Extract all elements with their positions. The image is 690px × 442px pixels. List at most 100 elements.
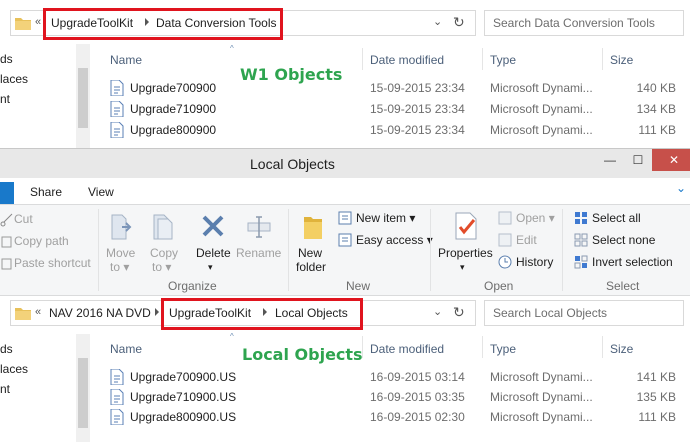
file-type: Microsoft Dynami...	[490, 123, 593, 137]
breadcrumb-item[interactable]: Data Conversion Tools	[156, 16, 277, 30]
column-header-size[interactable]: Size	[610, 342, 633, 356]
folder-icon	[15, 18, 31, 30]
file-name: Upgrade710900	[130, 102, 217, 116]
edit-button[interactable]: Edit	[516, 233, 537, 247]
nav-item[interactable]: nt	[0, 92, 10, 106]
new-item-button[interactable]: New item ▾	[356, 211, 415, 225]
easy-access-icon	[338, 233, 352, 247]
nav-item[interactable]: ds	[0, 52, 13, 66]
paste-shortcut-button[interactable]: Paste shortcut	[14, 256, 91, 270]
delete-button[interactable]: Delete ▾	[194, 211, 234, 281]
breadcrumb-back-icon[interactable]: «	[35, 16, 41, 28]
maximize-icon[interactable]: ☐	[624, 149, 652, 171]
nav-item[interactable]: laces	[0, 362, 28, 376]
column-divider[interactable]	[482, 48, 483, 70]
column-header-size[interactable]: Size	[610, 53, 633, 67]
edit-icon	[498, 233, 512, 247]
column-divider[interactable]	[602, 336, 603, 358]
file-type: Microsoft Dynami...	[490, 370, 593, 384]
rename-button[interactable]: Rename	[236, 211, 281, 281]
file-type: Microsoft Dynami...	[490, 102, 593, 116]
sort-arrow-icon: ^	[230, 44, 234, 53]
copy-to-button[interactable]: Copy to ▾	[148, 211, 182, 281]
history-icon	[498, 255, 512, 269]
breadcrumb-item[interactable]: UpgradeToolKit	[169, 306, 251, 320]
copy-to-label-2: to ▾	[152, 260, 172, 274]
rename-icon	[247, 216, 271, 238]
column-header-name[interactable]: Name	[110, 53, 142, 67]
nav-scrollbar[interactable]	[76, 44, 90, 148]
scrollbar-thumb[interactable]	[78, 358, 88, 428]
file-size: 134 KB	[636, 102, 676, 116]
column-divider[interactable]	[602, 48, 603, 70]
address-dropdown-icon[interactable]: ⌄	[433, 305, 442, 318]
new-folder-icon	[304, 217, 322, 239]
search-box[interactable]: Search Data Conversion Tools	[484, 10, 684, 36]
breadcrumb-item[interactable]: NAV 2016 NA DVD	[49, 306, 151, 320]
column-header-type[interactable]: Type	[490, 342, 516, 356]
breadcrumb-item[interactable]: UpgradeToolKit	[51, 16, 133, 30]
tab-share[interactable]: Share	[30, 185, 62, 199]
minimize-icon[interactable]: —	[596, 149, 624, 171]
file-icon	[110, 409, 124, 425]
search-placeholder[interactable]: Search Data Conversion Tools	[493, 16, 655, 30]
column-header-type[interactable]: Type	[490, 53, 516, 67]
address-bar[interactable]: « NAV 2016 NA DVD UpgradeToolKit Local O…	[10, 298, 476, 330]
delete-icon	[202, 215, 224, 237]
column-header-date[interactable]: Date modified	[370, 53, 444, 67]
top-explorer-window: « UpgradeToolKit Data Conversion Tools ⌄…	[0, 0, 690, 148]
file-row[interactable]: Upgrade800900 15-09-2015 23:34 Microsoft…	[110, 121, 686, 139]
search-placeholder[interactable]: Search Local Objects	[493, 306, 607, 320]
select-all-button[interactable]: Select all	[592, 211, 641, 225]
select-none-button[interactable]: Select none	[592, 233, 655, 247]
scrollbar-thumb[interactable]	[78, 68, 88, 128]
expand-ribbon-icon[interactable]: ⌄	[676, 181, 686, 195]
address-bar[interactable]: « UpgradeToolKit Data Conversion Tools ⌄…	[10, 8, 476, 40]
tab-view[interactable]: View	[88, 185, 114, 199]
navigation-pane: ds laces nt	[0, 44, 78, 148]
file-tab[interactable]	[0, 182, 14, 204]
file-row[interactable]: Upgrade710900 15-09-2015 23:34 Microsoft…	[110, 100, 686, 118]
column-divider[interactable]	[482, 336, 483, 358]
move-to-button[interactable]: Move to ▾	[106, 211, 136, 281]
column-header-date[interactable]: Date modified	[370, 342, 444, 356]
new-folder-button[interactable]: New folder	[294, 211, 334, 281]
close-icon[interactable]: ✕	[652, 149, 690, 171]
search-box[interactable]: Search Local Objects	[484, 300, 684, 326]
delete-label-2: ▾	[208, 262, 213, 272]
address-dropdown-icon[interactable]: ⌄	[433, 15, 442, 28]
file-row[interactable]: Upgrade800900.US 16-09-2015 02:30 Micros…	[110, 408, 686, 426]
nav-item[interactable]: ds	[0, 342, 13, 356]
open-button[interactable]: Open ▾	[516, 211, 555, 225]
file-row[interactable]: Upgrade700900 15-09-2015 23:34 Microsoft…	[110, 79, 686, 97]
file-type: Microsoft Dynami...	[490, 410, 593, 424]
properties-button[interactable]: Properties ▾	[436, 211, 494, 281]
invert-selection-button[interactable]: Invert selection	[592, 255, 673, 269]
group-divider	[562, 209, 563, 291]
nav-scrollbar[interactable]	[76, 334, 90, 442]
cut-icon	[0, 213, 13, 227]
refresh-icon[interactable]: ↻	[453, 14, 465, 31]
breadcrumb-separator-icon[interactable]	[263, 308, 267, 316]
copy-to-label: Copy	[150, 246, 179, 260]
column-divider[interactable]	[362, 48, 363, 70]
file-row[interactable]: Upgrade710900.US 16-09-2015 03:35 Micros…	[110, 388, 686, 406]
file-icon	[110, 122, 124, 138]
breadcrumb-item[interactable]: Local Objects	[275, 306, 348, 320]
file-date: 16-09-2015 02:30	[370, 410, 465, 424]
select-all-icon	[575, 212, 587, 224]
history-button[interactable]: History	[516, 255, 553, 269]
easy-access-button[interactable]: Easy access ▾	[356, 233, 433, 247]
refresh-icon[interactable]: ↻	[453, 304, 465, 321]
file-date: 15-09-2015 23:34	[370, 102, 465, 116]
column-header-name[interactable]: Name	[110, 342, 142, 356]
breadcrumb-separator-icon[interactable]	[145, 18, 149, 26]
breadcrumb-separator-icon[interactable]	[155, 308, 159, 316]
nav-item[interactable]: laces	[0, 72, 28, 86]
title-bar[interactable]: Local Objects — ☐ ✕	[0, 148, 690, 178]
breadcrumb-back-icon[interactable]: «	[35, 306, 41, 318]
copy-path-button[interactable]: Copy path	[14, 234, 69, 248]
nav-item[interactable]: nt	[0, 382, 10, 396]
file-row[interactable]: Upgrade700900.US 16-09-2015 03:14 Micros…	[110, 368, 686, 386]
cut-button[interactable]: Cut	[14, 212, 33, 226]
